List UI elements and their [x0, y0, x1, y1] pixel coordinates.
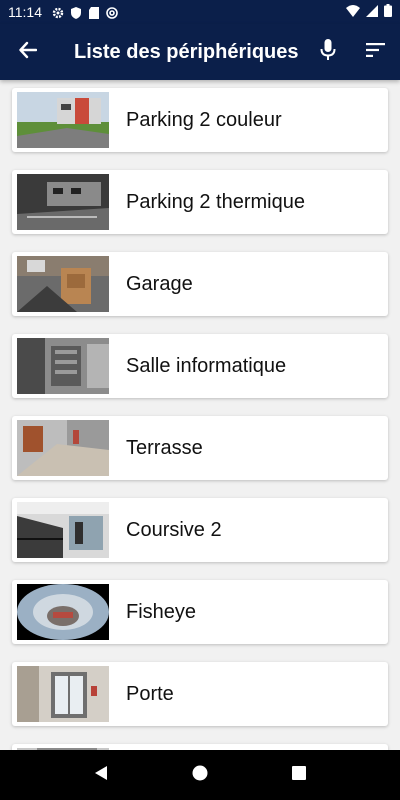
device-label: Fisheye — [126, 600, 197, 623]
home-circle-icon — [192, 765, 208, 786]
device-label: Salle informatique — [126, 354, 287, 377]
device-item-garage[interactable]: Garage — [12, 252, 388, 316]
status-bar: 11:14 — [0, 0, 400, 24]
status-left-icons — [52, 6, 118, 19]
device-item-porte[interactable]: Porte — [12, 662, 388, 726]
nav-recents-button[interactable] — [279, 755, 319, 795]
microphone-icon — [320, 38, 336, 66]
status-time: 11:14 — [8, 4, 42, 20]
device-thumbnail — [17, 174, 109, 230]
nav-back-button[interactable] — [81, 755, 121, 795]
sd-card-icon — [88, 6, 100, 19]
page-title: Liste des périphériques — [74, 40, 299, 63]
device-label: Porte — [126, 682, 174, 705]
device-label: Terrasse — [126, 436, 203, 459]
device-label: Parking 2 thermique — [126, 190, 305, 213]
shield-icon — [70, 6, 82, 19]
device-list[interactable]: Parking 2 couleur Parking 2 thermique Ga… — [0, 80, 400, 750]
cellular-signal-icon — [366, 4, 378, 20]
arrow-left-icon — [19, 41, 38, 64]
device-item-coursive-2[interactable]: Coursive 2 — [12, 498, 388, 562]
device-item-salle-informatique[interactable]: Salle informatique — [12, 334, 388, 398]
device-thumbnail — [17, 502, 109, 558]
device-thumbnail — [17, 92, 109, 148]
device-label: Garage — [126, 272, 193, 295]
device-item-parking-2-couleur[interactable]: Parking 2 couleur — [12, 88, 388, 152]
device-item-parking-2-thermique[interactable]: Parking 2 thermique — [12, 170, 388, 234]
device-thumbnail — [17, 584, 109, 640]
device-thumbnail — [17, 338, 109, 394]
device-thumbnail — [17, 666, 109, 722]
system-nav-bar — [0, 750, 400, 800]
settings-gear-icon — [52, 6, 64, 19]
back-button[interactable] — [0, 24, 56, 80]
device-label: Parking 2 couleur — [126, 108, 282, 131]
device-label: Coursive 2 — [126, 518, 222, 541]
voice-search-button[interactable] — [304, 24, 352, 80]
wifi-icon — [346, 4, 360, 20]
device-item-terrasse[interactable]: Terrasse — [12, 416, 388, 480]
back-triangle-icon — [93, 765, 109, 786]
battery-icon — [384, 4, 392, 20]
device-item-fisheye[interactable]: Fisheye — [12, 580, 388, 644]
sort-button[interactable] — [352, 24, 400, 80]
nav-home-button[interactable] — [180, 755, 220, 795]
sort-icon — [366, 42, 386, 62]
at-symbol-icon — [106, 6, 118, 19]
device-thumbnail — [17, 420, 109, 476]
app-bar: Liste des périphériques — [0, 24, 400, 80]
status-right-icons — [346, 4, 392, 20]
device-thumbnail — [17, 256, 109, 312]
recents-square-icon — [291, 765, 307, 786]
